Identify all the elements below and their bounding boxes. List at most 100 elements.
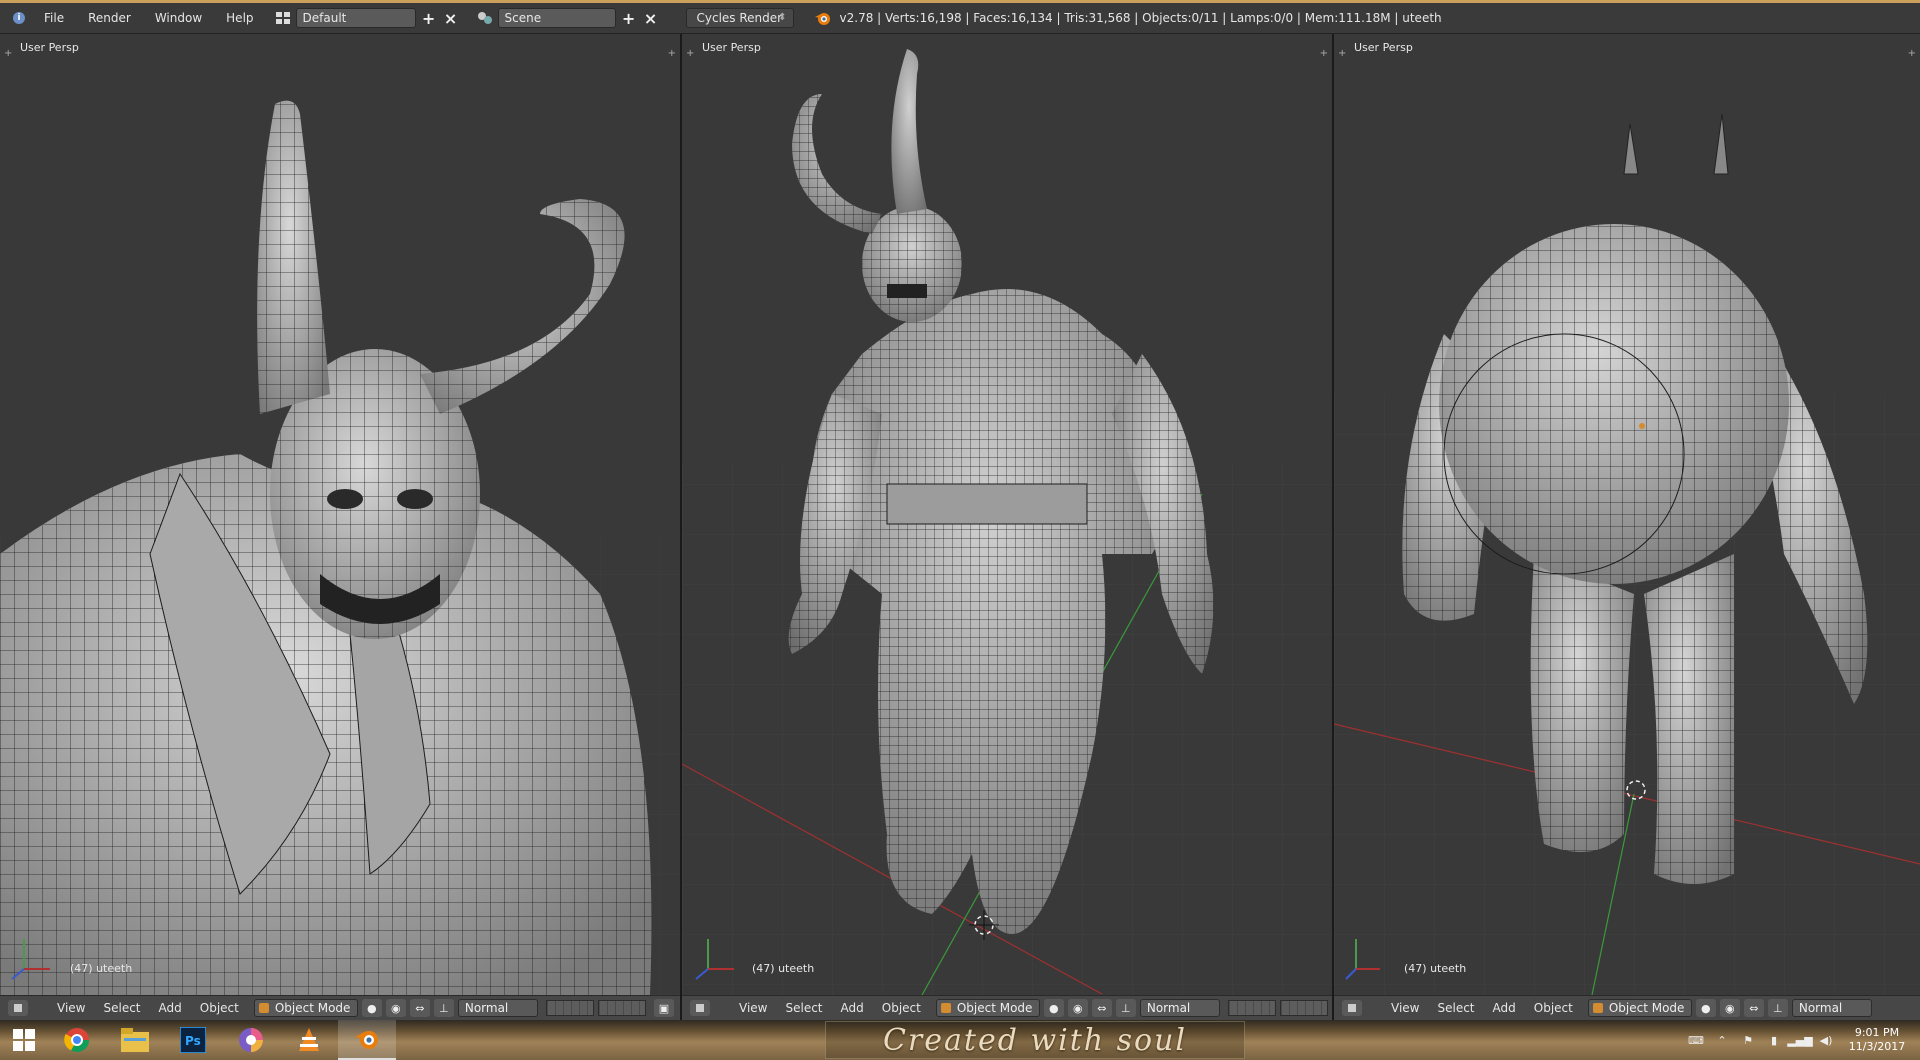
area-split-icon[interactable]: + bbox=[1320, 48, 1328, 59]
color-app-icon[interactable] bbox=[222, 1020, 280, 1060]
area-split-icon[interactable]: + bbox=[1338, 48, 1346, 59]
battery-icon[interactable]: ▮ bbox=[1764, 1031, 1784, 1049]
mesh-back-render bbox=[1334, 113, 1920, 995]
active-object-info: (47) uteeth bbox=[752, 962, 815, 975]
menu-select[interactable]: Select bbox=[776, 1001, 831, 1015]
menu-view[interactable]: View bbox=[1382, 1001, 1428, 1015]
manipulator-icon[interactable]: ⇔ bbox=[1091, 999, 1112, 1017]
object-mode-icon bbox=[1592, 1003, 1603, 1013]
orientation-dropdown[interactable]: Normal bbox=[1791, 999, 1872, 1017]
volume-icon[interactable]: ◀) bbox=[1816, 1031, 1836, 1049]
mesh-closeup-render bbox=[0, 100, 680, 995]
viewport-header-right: View Select Add Object Object Mode ● ◉ ⇔… bbox=[1334, 995, 1920, 1020]
viewport-label: User Persp bbox=[1354, 41, 1413, 54]
mode-label: Object Mode bbox=[956, 1001, 1033, 1015]
active-object-info: (47) uteeth bbox=[1404, 962, 1467, 975]
blender-logo-icon bbox=[814, 9, 832, 27]
flag-icon[interactable]: ⚑ bbox=[1738, 1031, 1758, 1049]
scene-statistics: v2.78 | Verts:16,198 | Faces:16,134 | Tr… bbox=[839, 11, 1442, 25]
pivot-point-icon[interactable]: ◉ bbox=[385, 999, 406, 1017]
object-mode-icon bbox=[940, 1003, 951, 1013]
editor-type-icon[interactable] bbox=[1342, 1000, 1362, 1016]
object-mode-icon bbox=[258, 1003, 269, 1013]
orientation-dropdown[interactable]: Normal bbox=[1139, 999, 1220, 1017]
editor-type-icon[interactable] bbox=[690, 1000, 710, 1016]
mode-dropdown[interactable]: Object Mode bbox=[253, 999, 358, 1017]
menu-view[interactable]: View bbox=[730, 1001, 776, 1015]
mode-label: Object Mode bbox=[274, 1001, 351, 1015]
transform-orientation-icon[interactable]: ⊥ bbox=[1767, 999, 1788, 1017]
pivot-point-icon[interactable]: ◉ bbox=[1719, 999, 1740, 1017]
viewport-label: User Persp bbox=[20, 41, 79, 54]
vlc-icon[interactable] bbox=[280, 1020, 338, 1060]
file-explorer-icon[interactable] bbox=[106, 1020, 164, 1060]
viewport-header-left: View Select Add Object Object Mode ● ◉ ⇔… bbox=[0, 995, 680, 1020]
menu-render[interactable]: Render bbox=[76, 7, 143, 29]
editor-type-icon[interactable] bbox=[8, 1000, 28, 1016]
mode-dropdown[interactable]: Object Mode bbox=[1587, 999, 1692, 1017]
viewport-right[interactable]: User Persp (47) uteeth + + bbox=[1334, 34, 1920, 995]
chrome-icon[interactable] bbox=[48, 1020, 106, 1060]
screen-layout-icon[interactable] bbox=[274, 9, 292, 27]
transform-orientation-icon[interactable]: ⊥ bbox=[433, 999, 454, 1017]
area-split-icon[interactable]: + bbox=[1908, 48, 1916, 59]
menu-object[interactable]: Object bbox=[191, 1001, 248, 1015]
blender-icon[interactable] bbox=[338, 1020, 396, 1060]
taskbar-clock[interactable]: 9:01 PM 11/3/2017 bbox=[1842, 1026, 1912, 1054]
clock-time: 9:01 PM bbox=[1854, 1026, 1900, 1039]
menu-file[interactable]: File bbox=[32, 7, 76, 29]
scene-icon[interactable] bbox=[476, 9, 494, 27]
mesh-front-render bbox=[682, 49, 1332, 995]
viewport-shading-icon[interactable]: ● bbox=[1695, 999, 1716, 1017]
info-editor-type-button[interactable]: i bbox=[6, 7, 32, 29]
area-split-icon[interactable]: + bbox=[4, 48, 12, 59]
menu-add[interactable]: Add bbox=[1484, 1001, 1525, 1015]
viewport-shading-icon[interactable]: ● bbox=[1043, 999, 1064, 1017]
viewport-label: User Persp bbox=[702, 41, 761, 54]
keyboard-icon[interactable]: ⌨ bbox=[1686, 1031, 1706, 1049]
remove-layout-icon[interactable]: × bbox=[442, 9, 460, 28]
menu-add[interactable]: Add bbox=[150, 1001, 191, 1015]
area-split-icon[interactable]: + bbox=[668, 48, 676, 59]
viewport-middle[interactable]: User Persp (47) uteeth + + bbox=[682, 34, 1332, 995]
add-scene-icon[interactable]: + bbox=[620, 9, 638, 28]
svg-text:Ps: Ps bbox=[185, 1034, 201, 1048]
clock-date: 11/3/2017 bbox=[1848, 1040, 1906, 1053]
network-icon[interactable]: ▂▄▆ bbox=[1787, 1031, 1812, 1049]
viewport-shading-icon[interactable]: ● bbox=[361, 999, 382, 1017]
remove-scene-icon[interactable]: × bbox=[642, 9, 660, 28]
orientation-dropdown[interactable]: Normal bbox=[457, 999, 538, 1017]
show-hidden-icons-icon[interactable]: ⌃ bbox=[1712, 1031, 1732, 1049]
menu-add[interactable]: Add bbox=[832, 1001, 873, 1015]
photoshop-icon[interactable]: Ps bbox=[164, 1020, 222, 1060]
menu-select[interactable]: Select bbox=[1428, 1001, 1483, 1015]
menu-object[interactable]: Object bbox=[873, 1001, 930, 1015]
layer-buttons[interactable] bbox=[1227, 1000, 1332, 1016]
pivot-point-icon[interactable]: ◉ bbox=[1067, 999, 1088, 1017]
mode-dropdown[interactable]: Object Mode bbox=[935, 999, 1040, 1017]
system-tray: ⌨ ⌃ ⚑ ▮ ▂▄▆ ◀) 9:01 PM 11/3/2017 bbox=[1686, 1020, 1920, 1060]
transform-orientation-icon[interactable]: ⊥ bbox=[1115, 999, 1136, 1017]
scene-field[interactable]: Scene bbox=[497, 8, 616, 28]
add-layout-icon[interactable]: + bbox=[420, 9, 438, 28]
lock-camera-icon[interactable]: ▣ bbox=[654, 999, 674, 1017]
manipulator-icon[interactable]: ⇔ bbox=[409, 999, 430, 1017]
menu-object[interactable]: Object bbox=[1525, 1001, 1582, 1015]
windows-start-icon[interactable] bbox=[0, 1020, 48, 1060]
info-header: i File Render Window Help Default + × Sc… bbox=[0, 0, 1920, 34]
menu-help[interactable]: Help bbox=[214, 7, 265, 29]
area-split-icon[interactable]: + bbox=[686, 48, 694, 59]
viewport-header-middle: View Select Add Object Object Mode ● ◉ ⇔… bbox=[682, 995, 1332, 1020]
manipulator-icon[interactable]: ⇔ bbox=[1743, 999, 1764, 1017]
menu-window[interactable]: Window bbox=[143, 7, 214, 29]
active-object-info: (47) uteeth bbox=[70, 962, 133, 975]
info-icon: i bbox=[13, 12, 25, 24]
viewport-left[interactable]: User Persp (47) uteeth + + bbox=[0, 34, 680, 995]
layer-buttons[interactable] bbox=[545, 1000, 650, 1016]
mode-label: Object Mode bbox=[1608, 1001, 1685, 1015]
menu-view[interactable]: View bbox=[48, 1001, 94, 1015]
menu-select[interactable]: Select bbox=[94, 1001, 149, 1015]
wallpaper-banner-text: Created with soul bbox=[825, 1021, 1245, 1059]
render-engine-dropdown[interactable]: Cycles Render bbox=[685, 8, 794, 28]
screen-layout-field[interactable]: Default bbox=[295, 8, 416, 28]
